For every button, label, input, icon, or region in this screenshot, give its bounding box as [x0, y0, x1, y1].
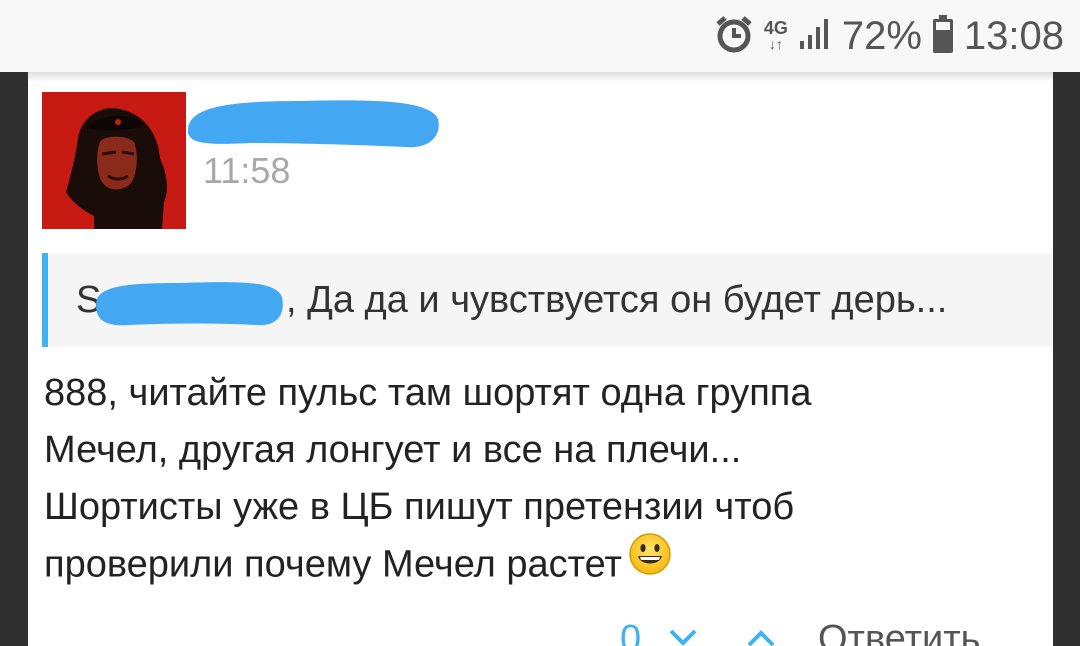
comment-actions: 0 Ответить: [28, 612, 1053, 646]
reply-button[interactable]: Ответить: [818, 618, 980, 646]
card-top-shadow: [28, 72, 1053, 82]
frame-left: [0, 72, 28, 646]
grinning-face-icon: [628, 532, 672, 593]
battery-icon: [932, 14, 954, 59]
chevron-down-icon[interactable]: [668, 628, 698, 646]
comment-line: Шортисты уже в ЦБ пишут претензии чтоб: [44, 486, 795, 528]
quoted-reply[interactable]: S , Да да и чувствуется он будет дерь...: [42, 253, 1052, 347]
status-bar: 4G ↓↑ 72% 13:08: [0, 0, 1080, 72]
clock: 13:08: [963, 13, 1064, 58]
chevron-up-icon[interactable]: [746, 628, 776, 646]
battery-percent: 72%: [841, 13, 922, 58]
signal-icon: [798, 17, 832, 56]
user-avatar[interactable]: [42, 92, 186, 229]
comment-line: Мечел, другая лонгует и все на плечи...: [44, 429, 742, 471]
comment-line: 888, читайте пульс там шортят одна групп…: [44, 372, 812, 414]
status-icons: 4G ↓↑ 72% 13:08: [714, 8, 1064, 64]
comment-body: 888, читайте пульс там шортят одна групп…: [44, 365, 1034, 597]
quote-text: , Да да и чувствуется он будет дерь...: [286, 279, 948, 321]
username-redacted: [180, 95, 442, 153]
vote-score: 0: [620, 618, 642, 646]
network-type: 4G ↓↑: [763, 18, 788, 52]
comment-line-text: проверили почему Мечел растет: [44, 543, 622, 586]
comment-card: 11:58 S , Да да и чувствуется он будет д…: [28, 72, 1053, 646]
comment-time: 11:58: [203, 150, 291, 191]
quote-author-redacted: [90, 271, 286, 331]
alarm-clock-icon: [714, 14, 754, 59]
quote-accent-bar: [42, 253, 48, 347]
frame-right: [1053, 72, 1080, 646]
comment-line-last: проверили почему Мечел растет: [44, 533, 1034, 597]
